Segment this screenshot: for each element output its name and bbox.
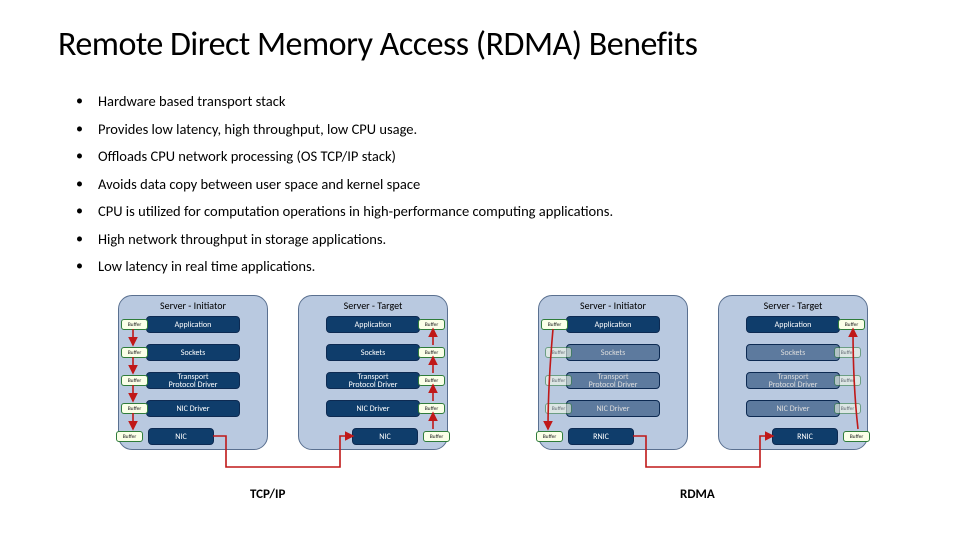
label-rdma: RDMA xyxy=(680,487,715,502)
buffer-tag: Buffer xyxy=(838,319,865,330)
buffer-tag: Buffer xyxy=(418,403,445,414)
buffer-tag: Buffer xyxy=(834,403,861,414)
buffer-tag: Buffer xyxy=(121,403,148,414)
buffer-tag: Buffer xyxy=(834,347,861,358)
layer-app: Application xyxy=(146,316,240,333)
buffer-tag: Buffer xyxy=(121,319,148,330)
server-tcpip-target: Server - Target Application Sockets Tran… xyxy=(298,295,448,450)
diagram-area: Server - Initiator Application Sockets T… xyxy=(0,295,960,525)
bullet: Hardware based transport stack xyxy=(76,88,613,116)
layer-nicdrv: NIC Driver xyxy=(746,400,840,417)
bullet: Offloads CPU network processing (OS TCP/… xyxy=(76,143,613,171)
layer-nicdrv: NIC Driver xyxy=(146,400,240,417)
bullet: High network throughput in storage appli… xyxy=(76,226,613,254)
bullet: CPU is utilized for computation operatio… xyxy=(76,198,613,226)
layer-sockets: Sockets xyxy=(146,344,240,361)
layer-nic: NIC xyxy=(148,428,214,445)
bullet: Low latency in real time applications. xyxy=(76,253,613,281)
buffer-tag: Buffer xyxy=(418,347,445,358)
layer-transport: Transport Protocol Driver xyxy=(746,372,840,389)
server-rdma-target: Server - Target Application Sockets Tran… xyxy=(718,295,868,450)
layer-sockets: Sockets xyxy=(326,344,420,361)
server-title: Server - Initiator xyxy=(539,299,687,312)
buffer-tag: Buffer xyxy=(536,431,563,442)
buffer-tag: Buffer xyxy=(545,403,572,414)
buffer-tag: Buffer xyxy=(545,347,572,358)
layer-app: Application xyxy=(326,316,420,333)
buffer-tag: Buffer xyxy=(545,375,572,386)
layer-sockets: Sockets xyxy=(746,344,840,361)
layer-transport: Transport Protocol Driver xyxy=(326,372,420,389)
layer-app: Application xyxy=(566,316,660,333)
server-title: Server - Initiator xyxy=(119,299,267,312)
buffer-tag: Buffer xyxy=(121,347,148,358)
layer-rnic: RNIC xyxy=(772,428,838,445)
server-title: Server - Target xyxy=(299,299,447,312)
buffer-tag: Buffer xyxy=(121,375,148,386)
buffer-tag: Buffer xyxy=(418,375,445,386)
server-rdma-initiator: Server - Initiator Application Sockets T… xyxy=(538,295,688,450)
buffer-tag: Buffer xyxy=(116,431,143,442)
layer-sockets: Sockets xyxy=(566,344,660,361)
buffer-tag: Buffer xyxy=(843,431,870,442)
layer-nic: NIC xyxy=(352,428,418,445)
buffer-tag: Buffer xyxy=(418,319,445,330)
bullet-list: Hardware based transport stack Provides … xyxy=(76,88,613,281)
layer-nicdrv: NIC Driver xyxy=(326,400,420,417)
layer-transport: Transport Protocol Driver xyxy=(566,372,660,389)
layer-transport: Transport Protocol Driver xyxy=(146,372,240,389)
slide-title: Remote Direct Memory Access (RDMA) Benef… xyxy=(58,24,697,65)
buffer-tag: Buffer xyxy=(423,431,450,442)
layer-app: Application xyxy=(746,316,840,333)
buffer-tag: Buffer xyxy=(834,375,861,386)
label-tcpip: TCP/IP xyxy=(250,487,285,502)
server-tcpip-initiator: Server - Initiator Application Sockets T… xyxy=(118,295,268,450)
bullet: Avoids data copy between user space and … xyxy=(76,171,613,199)
layer-rnic: RNIC xyxy=(568,428,634,445)
server-title: Server - Target xyxy=(719,299,867,312)
buffer-tag: Buffer xyxy=(541,319,568,330)
bullet: Provides low latency, high throughput, l… xyxy=(76,116,613,144)
layer-nicdrv: NIC Driver xyxy=(566,400,660,417)
